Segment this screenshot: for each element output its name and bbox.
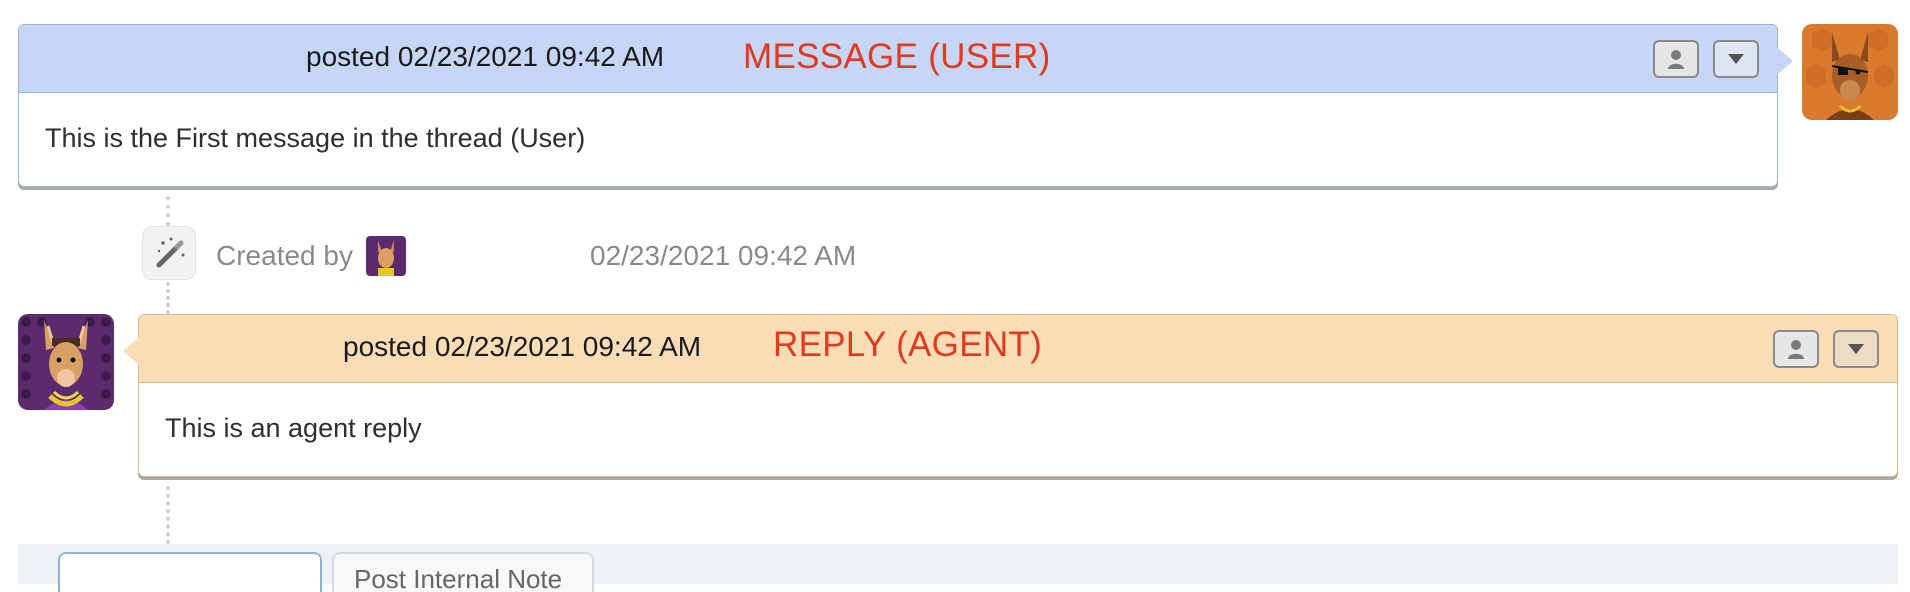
event-icon-box bbox=[142, 226, 196, 280]
composer-tab-reply[interactable] bbox=[58, 552, 322, 592]
event-creator-avatar[interactable] bbox=[366, 236, 406, 276]
user-avatar[interactable] bbox=[1802, 24, 1898, 120]
agent-profile-button[interactable] bbox=[1773, 330, 1819, 368]
magic-wand-icon bbox=[156, 237, 185, 268]
agent-reply-options-button[interactable] bbox=[1833, 330, 1879, 368]
person-icon bbox=[1668, 50, 1684, 69]
event-timestamp: 02/23/2021 09:42 AM bbox=[590, 240, 857, 271]
person-icon bbox=[1788, 340, 1804, 359]
agent-reply-card: posted 02/23/2021 09:42 AM REPLY (AGENT)… bbox=[123, 314, 1898, 477]
agent-reply-posted-time: posted 02/23/2021 09:42 AM bbox=[343, 331, 702, 362]
user-message-posted-time: posted 02/23/2021 09:42 AM bbox=[306, 41, 665, 72]
agent-reply-annotation: REPLY (AGENT) bbox=[773, 325, 1043, 364]
user-message-header: posted 02/23/2021 09:42 AM MESSAGE (USER… bbox=[19, 25, 1777, 93]
user-message-options-button[interactable] bbox=[1713, 40, 1759, 78]
agent-reply-body: This is an agent reply bbox=[165, 413, 422, 443]
timeline-connector-middle bbox=[166, 282, 170, 314]
timeline-connector-top bbox=[166, 196, 170, 226]
caret-down-icon bbox=[1728, 54, 1744, 64]
timeline-connector-bottom bbox=[166, 486, 170, 544]
user-message-pointer bbox=[1777, 47, 1793, 75]
user-profile-button[interactable] bbox=[1653, 40, 1699, 78]
user-message-body: This is the First message in the thread … bbox=[45, 123, 586, 153]
caret-down-icon bbox=[1848, 344, 1864, 354]
composer-tab-internal-note[interactable]: Post Internal Note bbox=[332, 552, 594, 592]
agent-avatar[interactable] bbox=[18, 314, 114, 410]
event-created-by-label: Created by bbox=[216, 240, 353, 271]
agent-reply-pointer bbox=[123, 337, 139, 365]
user-message-card: posted 02/23/2021 09:42 AM MESSAGE (USER… bbox=[18, 24, 1793, 187]
agent-reply-header: posted 02/23/2021 09:42 AM REPLY (AGENT) bbox=[139, 315, 1897, 383]
user-message-annotation: MESSAGE (USER) bbox=[743, 37, 1051, 76]
